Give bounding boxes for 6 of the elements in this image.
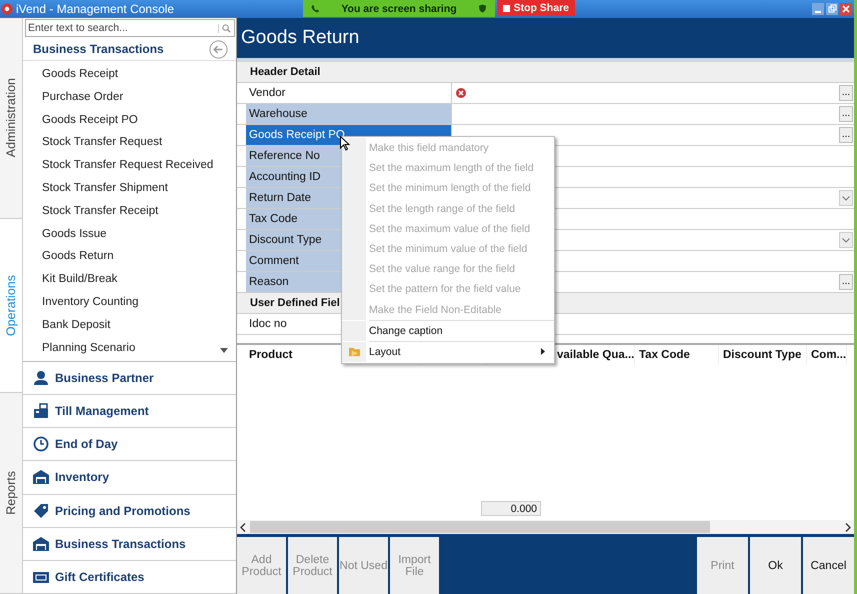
sharing-message: You are screen sharing	[341, 2, 457, 14]
sidebar-title: Business Transactions	[33, 42, 164, 56]
total-field: 0.000	[481, 501, 541, 516]
window-title: iVend - Management Console	[16, 2, 174, 16]
section-header: Header Detail	[237, 62, 854, 83]
page-title: Goods Return	[241, 27, 360, 49]
